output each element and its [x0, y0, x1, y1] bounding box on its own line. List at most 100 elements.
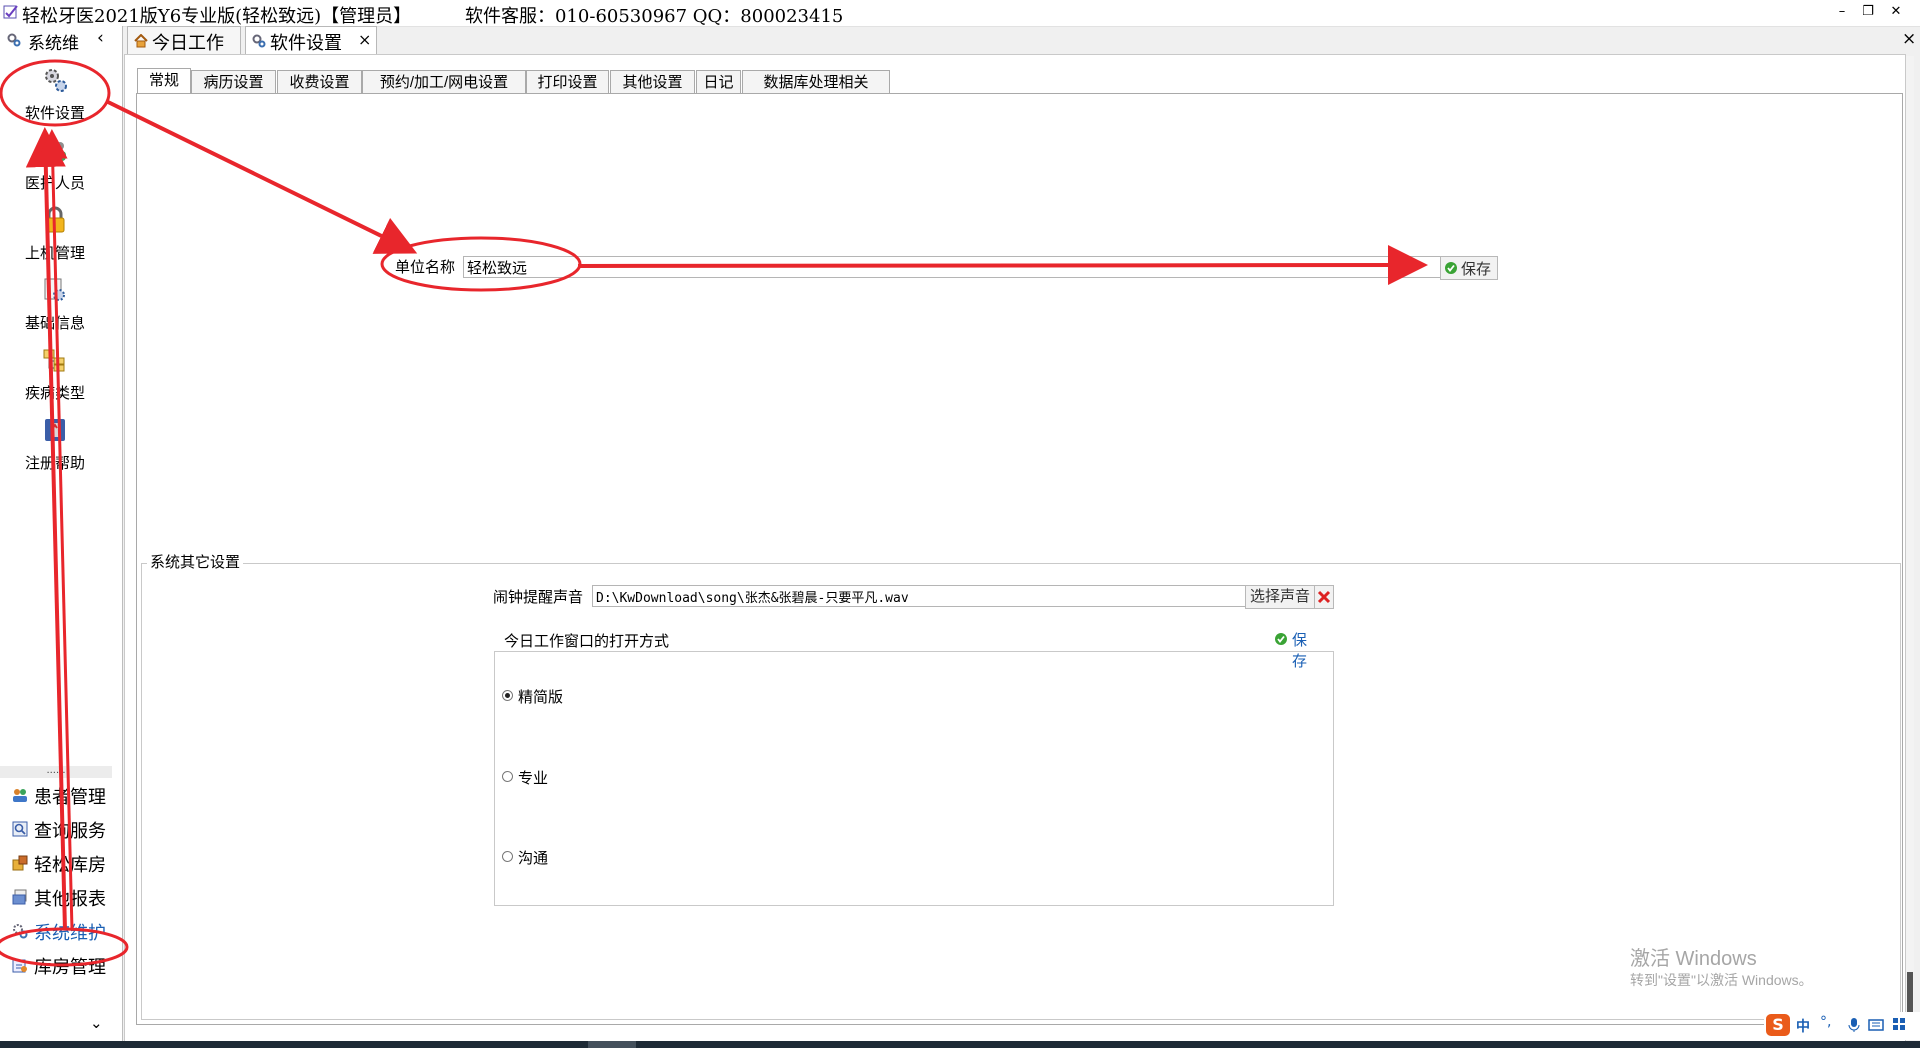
- taskbar-item[interactable]: [588, 1041, 636, 1048]
- activation-watermark-title: 激活 Windows: [1630, 948, 1757, 970]
- restore-icon[interactable]: ❐: [1856, 3, 1880, 21]
- tool-software-settings[interactable]: 软件设置: [0, 62, 110, 132]
- nav-label: 其他报表: [34, 889, 106, 910]
- nav-label: 患者管理: [34, 787, 106, 808]
- check-icon: [1445, 262, 1457, 274]
- alarm-sound-input[interactable]: [592, 585, 1246, 607]
- open-mode-save-label: 保存: [1292, 632, 1308, 670]
- radio-simple-label[interactable]: 精简版: [518, 686, 563, 707]
- tab-database[interactable]: 数据库处理相关: [742, 70, 890, 95]
- staff-icon: [45, 139, 66, 161]
- open-mode-save-button[interactable]: 保存: [1272, 629, 1307, 670]
- activation-watermark-subtitle: 转到"设置"以激活 Windows。: [1630, 972, 1813, 988]
- tool-label: 软件设置: [24, 105, 85, 122]
- radio-communication[interactable]: [502, 851, 513, 862]
- grid-menu-icon[interactable]: [1892, 1017, 1906, 1031]
- tab-diary[interactable]: 日记: [696, 70, 741, 95]
- scroll-thumb[interactable]: [1907, 972, 1913, 1012]
- nav-system-maintenance[interactable]: 系统维护: [8, 914, 120, 948]
- expand-icon[interactable]: ⌄: [90, 1014, 103, 1032]
- patients-icon: [13, 789, 27, 802]
- clear-x-icon: [1317, 590, 1331, 604]
- taskbar-strip: [0, 1041, 1920, 1048]
- tab-today-work[interactable]: 今日工作: [127, 26, 241, 55]
- report-icon: [12, 889, 27, 905]
- minimize-icon[interactable]: –: [1830, 3, 1854, 21]
- gears-icon: [45, 69, 67, 92]
- tool-login-management[interactable]: 上机管理: [0, 202, 110, 272]
- gears-icon: [252, 34, 266, 48]
- tab-appointment-settings[interactable]: 预约/加工/网电设置: [362, 70, 526, 95]
- gears-icon: [7, 33, 21, 47]
- keyboard-icon[interactable]: [1868, 1018, 1884, 1032]
- nav-patient-management[interactable]: 患者管理: [8, 778, 120, 812]
- window-title: 轻松牙医2021版Y6专业版(轻松致远)【管理员】: [22, 6, 412, 27]
- clear-sound-button[interactable]: [1314, 585, 1334, 609]
- radio-professional-label[interactable]: 专业: [518, 767, 548, 788]
- app-icon: [3, 5, 18, 19]
- tool-label: 医护人员: [24, 175, 85, 192]
- tool-disease-types[interactable]: 疾病类型: [0, 342, 110, 412]
- ime-toolbar[interactable]: S 中 °,: [1764, 1012, 1920, 1040]
- vertical-scrollbar[interactable]: [1906, 56, 1914, 1038]
- tool-label: 上机管理: [24, 245, 85, 262]
- tool-label: 注册帮助: [24, 455, 85, 472]
- service-info: 软件客服：010-60530967 QQ：800023415: [465, 6, 844, 27]
- panel-close-icon[interactable]: ×: [1902, 29, 1916, 49]
- lock-icon: [45, 206, 65, 233]
- home-icon: [134, 34, 148, 48]
- open-mode-group: [494, 651, 1334, 906]
- nav-stock-management[interactable]: 库房管理: [8, 948, 120, 982]
- nav-label: 库房管理: [34, 957, 106, 978]
- title-bar: 轻松牙医2021版Y6专业版(轻松致远)【管理员】 软件客服：010-60530…: [0, 0, 1920, 27]
- system-icon: [13, 924, 28, 939]
- tab-other-settings[interactable]: 其他设置: [610, 70, 695, 95]
- save-unit-name-button[interactable]: 保存: [1440, 256, 1498, 280]
- radio-communication-label[interactable]: 沟通: [518, 847, 548, 868]
- radio-professional[interactable]: [502, 771, 513, 782]
- choose-sound-button[interactable]: 选择声音: [1245, 585, 1315, 609]
- warehouse-icon: [12, 855, 28, 871]
- disease-icon: [43, 349, 65, 372]
- tool-registration-help[interactable]: 注册帮助: [0, 412, 110, 482]
- tab-software-settings[interactable]: 软件设置 ×: [245, 26, 377, 55]
- stock-icon: [12, 959, 27, 973]
- nav-query-service[interactable]: 查询服务: [8, 812, 120, 846]
- nav-label: 系统维护: [34, 923, 106, 944]
- collapse-icon[interactable]: ‹: [97, 28, 104, 48]
- microphone-icon[interactable]: [1848, 1017, 1860, 1033]
- sidebar-title: 系统维: [28, 34, 79, 54]
- info-icon: [44, 278, 65, 301]
- open-mode-legend: 今日工作窗口的打开方式: [501, 630, 673, 651]
- nav-label: 查询服务: [34, 821, 106, 842]
- search-icon: [12, 821, 28, 837]
- tool-medical-staff[interactable]: 医护人员: [0, 132, 110, 202]
- tab-label: 今日工作: [152, 33, 224, 54]
- tab-fee-settings[interactable]: 收费设置: [277, 70, 362, 95]
- other-settings-legend: 系统其它设置: [147, 551, 244, 572]
- save-label: 保存: [1461, 261, 1492, 278]
- nav-label: 轻松库房: [34, 855, 106, 876]
- tab-close-icon[interactable]: ×: [358, 30, 371, 49]
- tool-label: 基础信息: [24, 315, 85, 332]
- unit-name-input[interactable]: [463, 256, 1441, 278]
- sidebar-header: 系统维 ‹: [0, 26, 122, 54]
- nav-other-reports[interactable]: 其他报表: [8, 880, 120, 914]
- ime-punct[interactable]: °,: [1820, 1014, 1831, 1030]
- check-icon: [1275, 633, 1287, 645]
- tab-label: 软件设置: [270, 33, 342, 54]
- sogou-icon[interactable]: S: [1766, 1014, 1790, 1036]
- close-icon[interactable]: ✕: [1884, 3, 1908, 21]
- help-icon: [45, 419, 65, 441]
- alarm-sound-label: 闹钟提醒声音: [493, 589, 584, 606]
- tab-print-settings[interactable]: 打印设置: [526, 70, 609, 95]
- ime-mode[interactable]: 中: [1796, 1016, 1810, 1036]
- nav-easy-warehouse[interactable]: 轻松库房: [8, 846, 120, 880]
- tab-record-settings[interactable]: 病历设置: [191, 70, 276, 95]
- tool-label: 疾病类型: [24, 385, 85, 402]
- tab-general[interactable]: 常规: [137, 68, 191, 95]
- radio-simple[interactable]: [502, 690, 513, 701]
- sidebar: 系统维 ‹ 软件设置 医护人员 上机管理 基础信息 疾病类型 注册帮助 ....…: [0, 26, 123, 1041]
- tool-basic-info[interactable]: 基础信息: [0, 272, 110, 342]
- splitter-handle[interactable]: ......: [0, 766, 112, 778]
